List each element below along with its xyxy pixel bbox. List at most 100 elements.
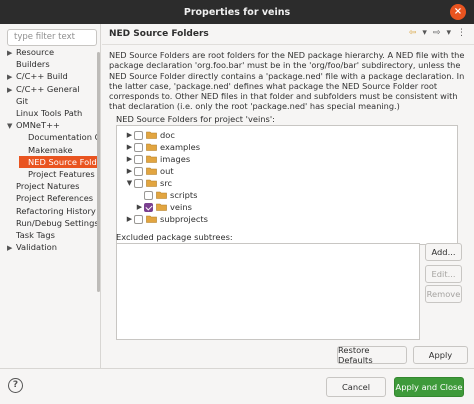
page-title: NED Source Folders xyxy=(109,29,209,39)
sidebar-item[interactable]: ▶ Resource xyxy=(7,46,97,58)
folder-icon xyxy=(146,143,157,151)
sidebar-item[interactable]: Git xyxy=(7,95,97,107)
sidebar-item[interactable]: ▶ Validation xyxy=(7,241,97,253)
excluded-subtrees-list[interactable] xyxy=(116,243,420,340)
forward-menu-icon[interactable]: ▾ xyxy=(446,28,451,38)
folder-icon xyxy=(146,179,157,187)
page-nav: ⇦ ▾ ⇨ ▾ ⋮ xyxy=(409,28,466,38)
folder-icon xyxy=(146,215,157,223)
sidebar-item[interactable]: Linux Tools Path xyxy=(7,107,97,119)
sidebar-item[interactable]: ▶ C/C++ Build xyxy=(7,70,97,82)
view-menu-icon[interactable]: ⋮ xyxy=(457,28,466,38)
sidebar-item-label: Validation xyxy=(16,242,57,253)
expand-arrow-icon[interactable]: ▶ xyxy=(125,165,134,177)
excluded-label: Excluded package subtrees: xyxy=(116,232,233,242)
expand-arrow-icon[interactable]: ▶ xyxy=(7,242,16,253)
sidebar-item[interactable]: ▼ OMNeT++ xyxy=(7,119,97,131)
folder-row[interactable]: ▶ subprojects xyxy=(125,213,208,225)
sidebar-item[interactable]: NED Source Folder xyxy=(19,155,97,168)
folder-row[interactable]: ▶ doc xyxy=(125,129,175,141)
folder-label: out xyxy=(160,166,174,176)
remove-button[interactable]: Remove xyxy=(425,285,462,303)
source-folder-tree[interactable]: ▶ doc ▶ examples ▶ images ▶ out ▼ src scripts ▶ vein… xyxy=(116,125,458,245)
folder-label: examples xyxy=(160,142,201,152)
expand-arrow-icon[interactable]: ▼ xyxy=(7,120,16,131)
sidebar-item-label: Builders xyxy=(16,59,50,70)
folder-label: subprojects xyxy=(160,214,208,224)
folder-label: src xyxy=(160,178,173,188)
add-button[interactable]: Add... xyxy=(425,243,462,261)
folder-checkbox[interactable] xyxy=(134,130,143,140)
filter-input[interactable]: type filter text xyxy=(7,29,97,46)
sidebar-item-label: Project Features xyxy=(28,169,95,179)
sidebar-item-label: Project References xyxy=(16,193,94,204)
folders-label: NED Source Folders for project 'veins': xyxy=(116,114,275,124)
property-page: NED Source Folders ⇦ ▾ ⇨ ▾ ⋮ NED Source … xyxy=(102,24,474,368)
sidebar-item[interactable]: Project References xyxy=(7,192,97,204)
expand-arrow-icon[interactable]: ▶ xyxy=(125,141,134,153)
sidebar-item[interactable]: Builders xyxy=(7,58,97,70)
page-header: NED Source Folders ⇦ ▾ ⇨ ▾ ⋮ xyxy=(102,24,474,45)
folder-checkbox[interactable] xyxy=(134,214,143,224)
expand-arrow-icon[interactable]: ▶ xyxy=(125,153,134,165)
sidebar-item[interactable]: Project Features xyxy=(19,168,97,180)
page-description: NED Source Folders are root folders for … xyxy=(109,50,465,112)
edit-button[interactable]: Edit... xyxy=(425,265,462,283)
folder-label: veins xyxy=(170,202,192,212)
folder-checkbox[interactable] xyxy=(134,142,143,152)
folder-row[interactable]: scripts xyxy=(135,189,197,201)
expand-arrow-icon[interactable]: ▼ xyxy=(125,177,134,189)
sidebar-item-label: Project Natures xyxy=(16,181,80,192)
folder-checkbox[interactable] xyxy=(134,178,143,188)
sidebar-item-label: Resource xyxy=(16,47,55,57)
expand-arrow-icon[interactable]: ▶ xyxy=(135,201,144,213)
sidebar-item-label: OMNeT++ xyxy=(16,120,60,131)
sidebar-item[interactable]: Refactoring History xyxy=(7,205,97,217)
folder-label: doc xyxy=(160,130,175,140)
sidebar-item[interactable]: Documentation Ge xyxy=(19,131,97,143)
sidebar-item-label: Git xyxy=(16,95,28,106)
folder-row[interactable]: ▶ out xyxy=(125,165,174,177)
sidebar-item[interactable]: Project Natures xyxy=(7,180,97,192)
folder-icon xyxy=(146,155,157,163)
sidebar-item[interactable]: Run/Debug Settings xyxy=(7,217,97,229)
help-icon[interactable]: ? xyxy=(8,378,23,393)
apply-button[interactable]: Apply xyxy=(413,346,468,364)
folder-label: scripts xyxy=(170,190,198,200)
folder-row[interactable]: ▶ images xyxy=(125,153,190,165)
sidebar-item[interactable]: Makemake xyxy=(19,144,97,156)
folder-checkbox[interactable] xyxy=(134,166,143,176)
sidebar-item-label: Makemake xyxy=(28,144,73,155)
folder-checkbox[interactable] xyxy=(144,202,153,212)
forward-arrow-icon[interactable]: ⇨ xyxy=(433,28,441,38)
sidebar-item-label: C/C++ Build xyxy=(16,71,68,82)
sidebar-item[interactable]: Task Tags xyxy=(7,229,97,241)
sidebar-item-label: NED Source Folder xyxy=(28,156,97,167)
window-title: Properties for veins xyxy=(183,6,291,18)
sidebar-item-label: Task Tags xyxy=(16,230,55,240)
expand-arrow-icon[interactable]: ▶ xyxy=(7,47,16,58)
expand-arrow-icon[interactable]: ▶ xyxy=(7,71,16,82)
back-menu-icon[interactable]: ▾ xyxy=(422,28,427,38)
apply-and-close-button[interactable]: Apply and Close xyxy=(394,377,464,397)
expand-arrow-icon[interactable]: ▶ xyxy=(125,213,134,225)
dialog-footer: ? Cancel Apply and Close xyxy=(0,368,474,404)
sidebar-item-label: Linux Tools Path xyxy=(16,108,83,118)
folder-icon xyxy=(146,167,157,175)
folder-checkbox[interactable] xyxy=(144,190,153,200)
sidebar-item[interactable]: ▶ C/C++ General xyxy=(7,83,97,95)
folder-row[interactable]: ▶ examples xyxy=(125,141,200,153)
expand-arrow-icon[interactable]: ▶ xyxy=(125,129,134,141)
cancel-button[interactable]: Cancel xyxy=(326,377,386,397)
folder-checkbox[interactable] xyxy=(134,154,143,164)
restore-defaults-button[interactable]: Restore Defaults xyxy=(337,345,407,365)
sidebar-scrollbar[interactable] xyxy=(97,52,100,292)
window-close-button[interactable]: × xyxy=(450,4,466,20)
back-arrow-icon[interactable]: ⇦ xyxy=(409,28,417,38)
sidebar-item-label: C/C++ General xyxy=(16,83,80,94)
folder-row[interactable]: ▶ veins xyxy=(135,201,192,213)
folder-icon xyxy=(146,131,157,139)
expand-arrow-icon[interactable]: ▶ xyxy=(7,84,16,95)
folder-row[interactable]: ▼ src xyxy=(125,177,172,189)
sidebar-item-label: Run/Debug Settings xyxy=(16,217,97,228)
